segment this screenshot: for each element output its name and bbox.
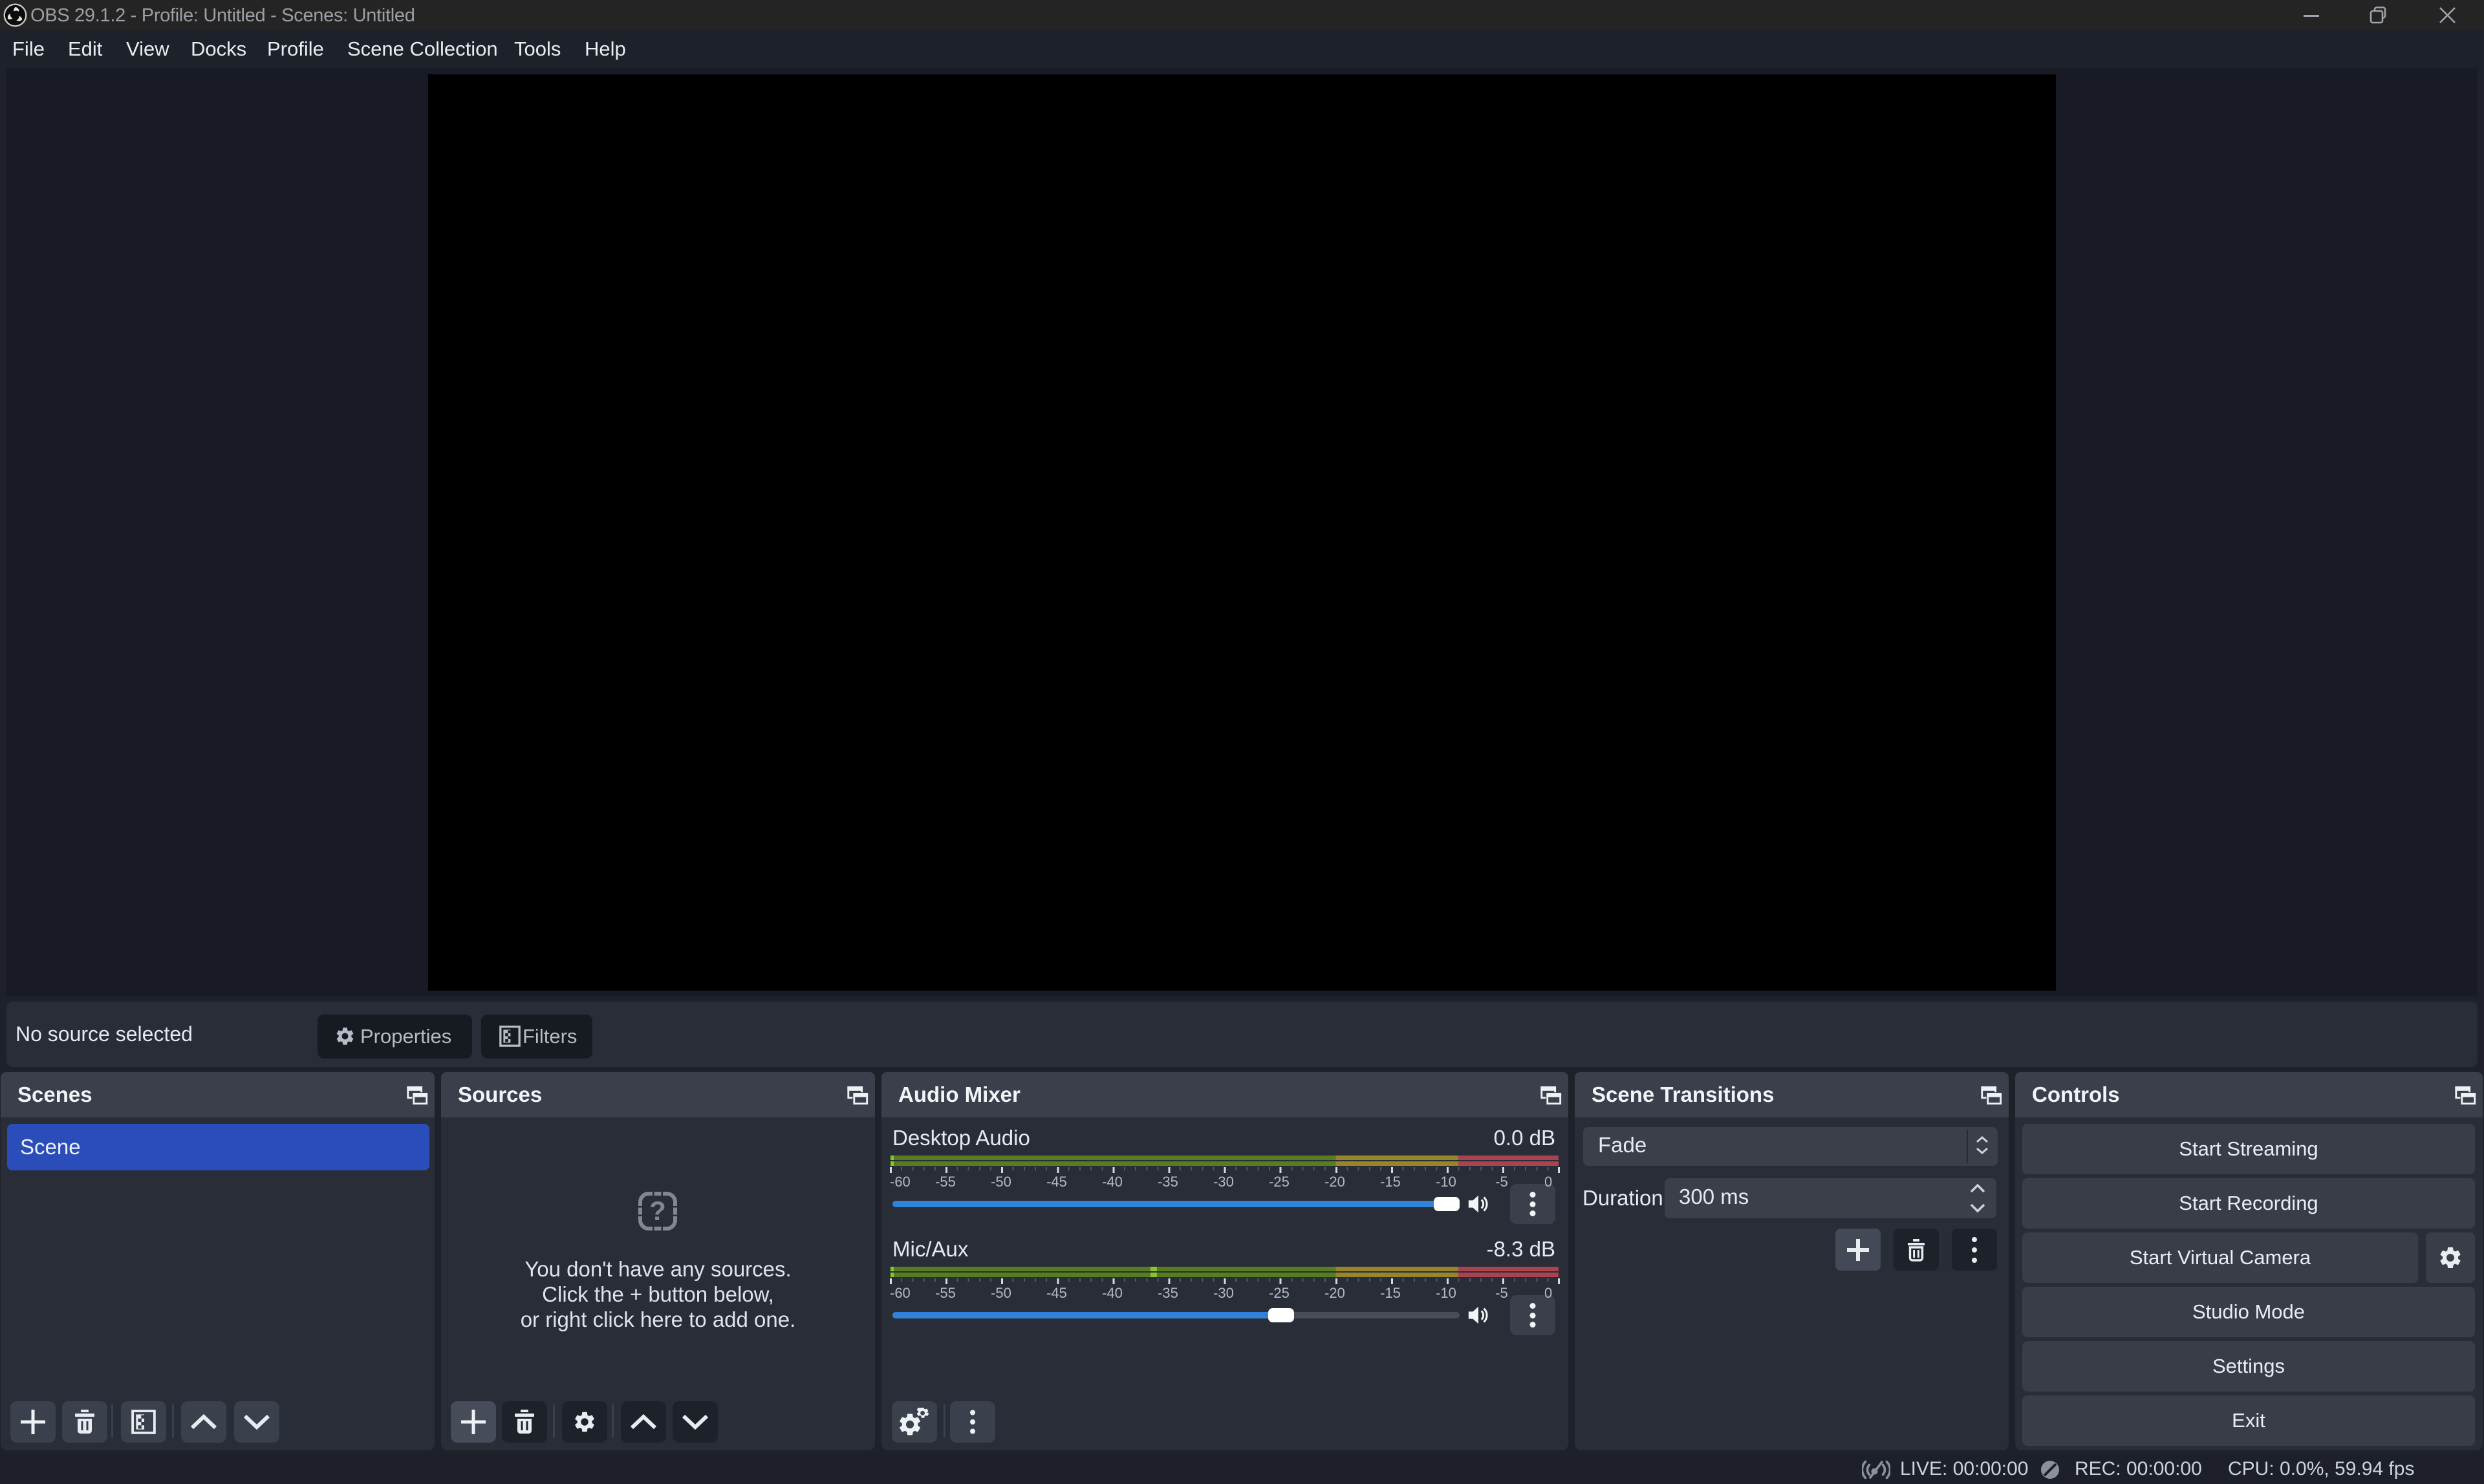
svg-text:?: ? <box>649 1196 666 1226</box>
